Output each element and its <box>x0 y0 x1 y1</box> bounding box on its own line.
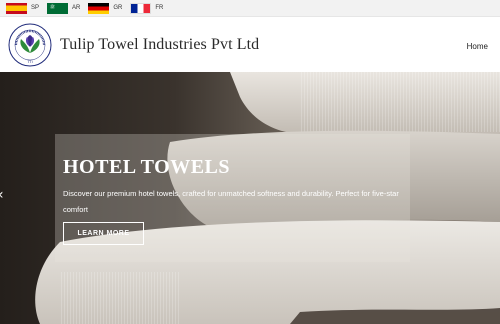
germany-flag-icon <box>88 2 110 14</box>
learn-more-button[interactable]: LEARN MORE <box>63 222 144 245</box>
language-sp-link[interactable]: SP <box>6 2 40 14</box>
france-flag-icon <box>130 2 152 14</box>
language-fr-link[interactable]: FR <box>130 2 164 14</box>
company-logo[interactable]: TTI <box>8 23 52 67</box>
site-header: TTI Tulip Towel Industries Pvt Ltd Home <box>0 17 500 72</box>
svg-text:TTI: TTI <box>26 60 32 64</box>
saudi-flag-icon: ﷺ <box>47 2 69 14</box>
language-ar-label: AR <box>72 5 81 11</box>
tulip-logo-icon: TTI <box>8 23 52 66</box>
hero-slider: HOTEL TOWELS Discover our premium hotel … <box>0 72 500 324</box>
hero-description: Discover our premium hotel towels, craft… <box>63 189 399 214</box>
language-ar-link[interactable]: ﷺ AR <box>47 2 81 14</box>
language-fr-label: FR <box>155 5 164 11</box>
company-name: Tulip Towel Industries Pvt Ltd <box>60 35 260 53</box>
language-sp-label: SP <box>31 5 40 11</box>
language-gr-label: GR <box>113 5 123 11</box>
language-gr-link[interactable]: GR <box>88 2 123 14</box>
language-bar: SP ﷺ AR GR FR <box>0 0 500 17</box>
hero-title: HOTEL TOWELS <box>63 156 231 178</box>
chevron-left-icon[interactable]: ‹ <box>0 187 4 203</box>
spain-flag-icon <box>6 2 27 14</box>
nav-home-link[interactable]: Home <box>467 42 488 51</box>
